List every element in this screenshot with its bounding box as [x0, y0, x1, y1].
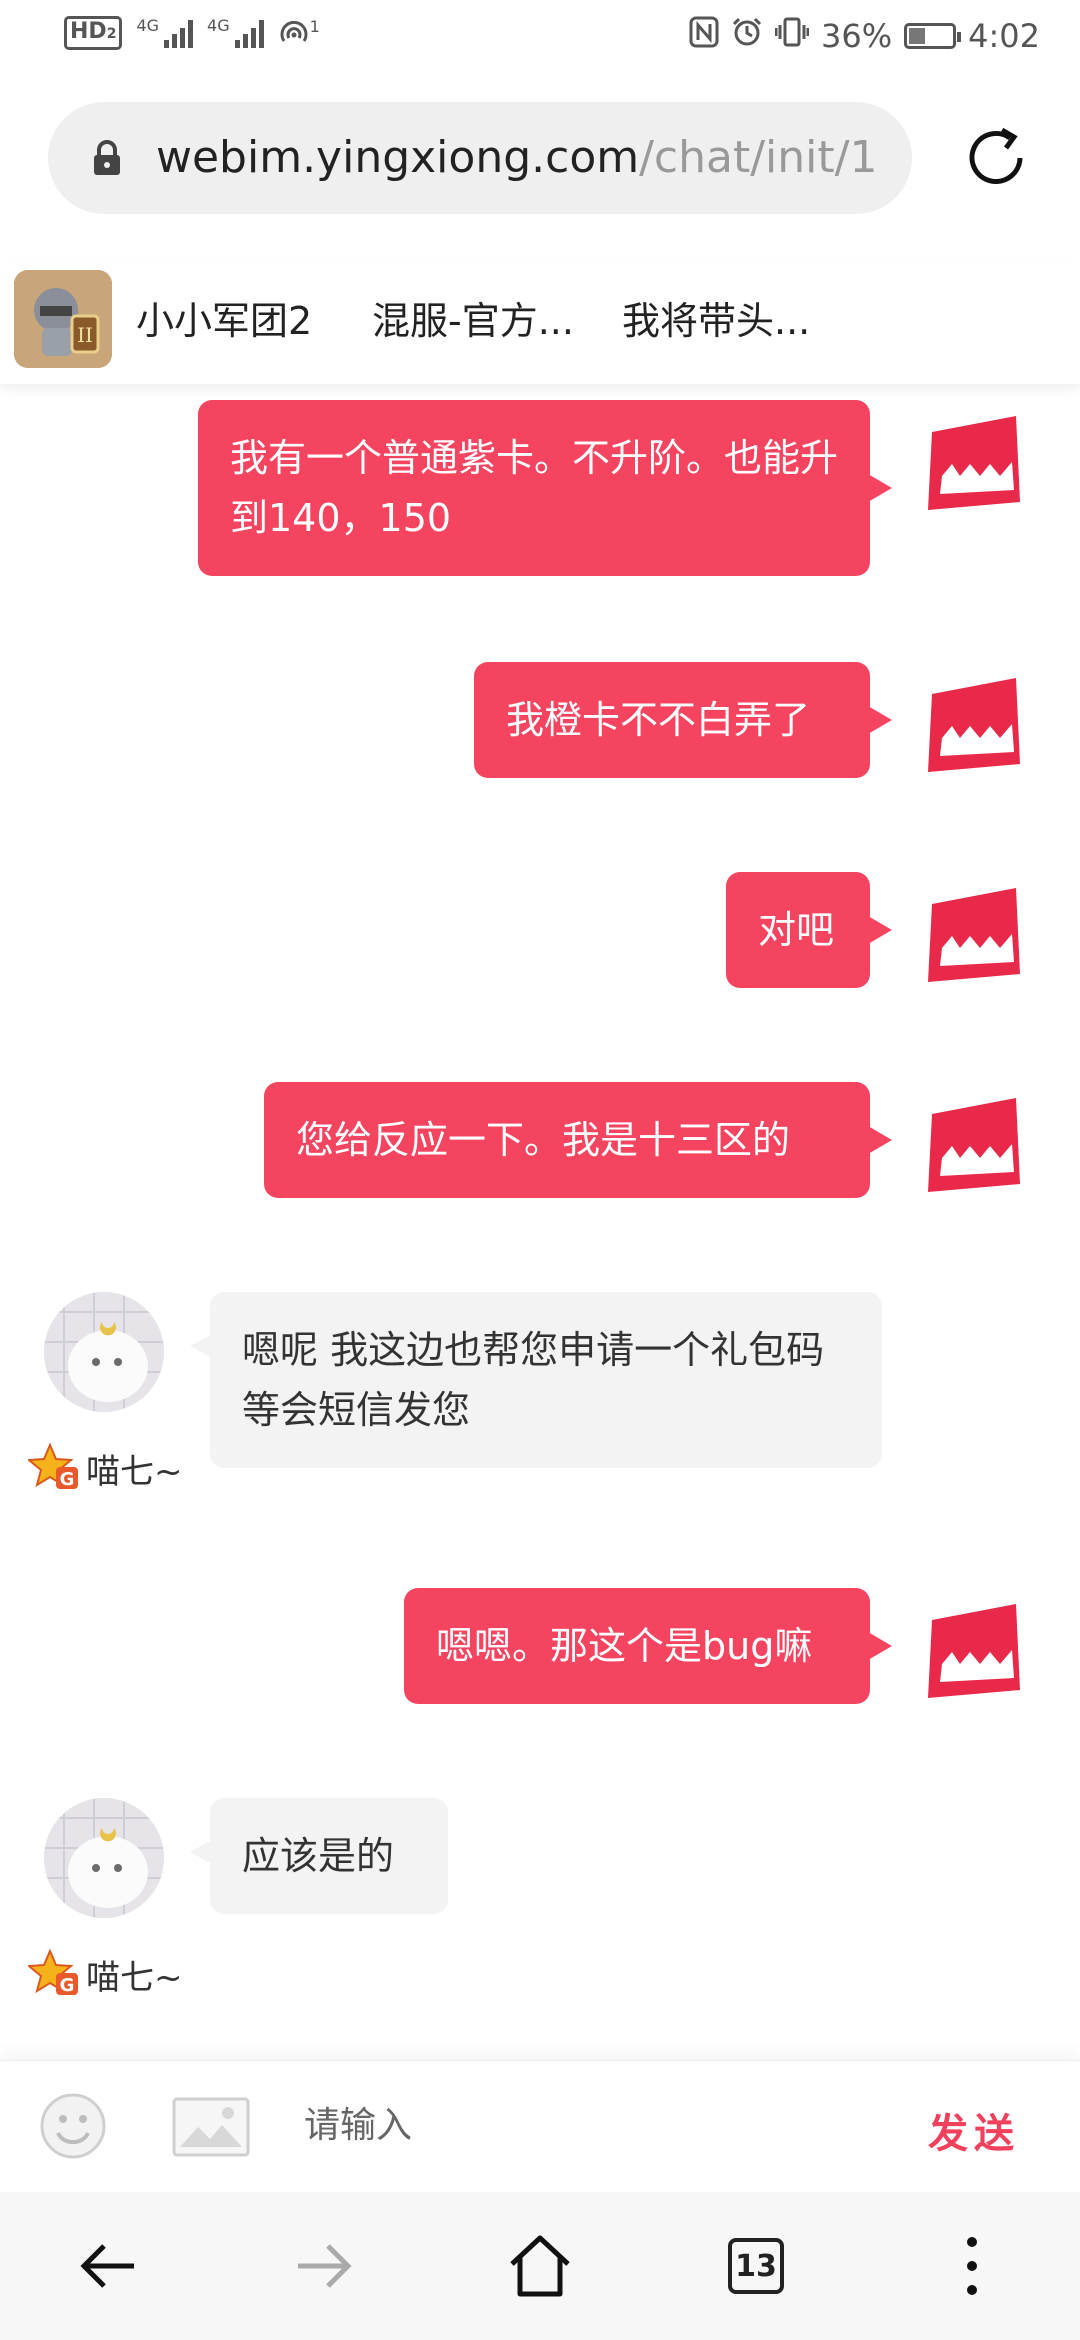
- message-text: 我橙卡不不白弄了: [506, 698, 811, 742]
- message-bubble-incoming: 应该是的: [190, 1798, 448, 1914]
- message-bubble-outgoing: 对吧: [726, 872, 892, 988]
- image-icon[interactable]: [172, 2097, 250, 2161]
- svg-text:G: G: [60, 1975, 75, 1996]
- address-bar[interactable]: webim.yingxiong.com/chat/init/19: [48, 102, 912, 214]
- network-type-label: 4G: [136, 16, 160, 35]
- home-icon[interactable]: [500, 2226, 580, 2306]
- level-badge-icon: G: [28, 1443, 78, 1490]
- agent-avatar: [44, 1798, 164, 1918]
- reload-icon[interactable]: [958, 120, 1034, 200]
- my-avatar: [928, 888, 1020, 982]
- emoji-icon[interactable]: [38, 2091, 108, 2165]
- level-badge-icon: G: [28, 1949, 78, 1996]
- chat-messages[interactable]: 我有一个普通紫卡。不升阶。也能升到140，150 我橙卡不不白弄了 对吧 您给反…: [0, 384, 1080, 2060]
- url-domain: webim.yingxiong.com: [156, 132, 640, 183]
- message-text: 我有一个普通紫卡。不升阶。也能升到140，150: [230, 436, 839, 540]
- my-avatar: [928, 416, 1020, 510]
- message-text: 嗯呢 我这边也帮您申请一个礼包码等会短信发您: [242, 1328, 825, 1432]
- message-bubble-incoming: 嗯呢 我这边也帮您申请一个礼包码等会短信发您: [190, 1292, 882, 1468]
- agent-name-row: G 喵七~: [28, 1948, 183, 2000]
- message-bubble-outgoing: 您给反应一下。我是十三区的: [264, 1082, 892, 1198]
- message-text: 应该是的: [242, 1834, 395, 1878]
- browser-nav-bar: 13: [0, 2192, 1080, 2340]
- network-type-label: 4G: [207, 16, 230, 35]
- agent-avatar: [44, 1292, 164, 1412]
- message-bubble-outgoing: 嗯嗯。那这个是bug嘛: [404, 1588, 892, 1704]
- tab-server[interactable]: 混服-官方...: [372, 290, 574, 345]
- more-menu-icon[interactable]: [932, 2226, 1012, 2306]
- agent-name-row: G 喵七~: [28, 1442, 183, 1494]
- game-header: II 小小军团2 混服-官方... 我将带头...: [0, 260, 1080, 384]
- message-bubble-outgoing: 我有一个普通紫卡。不升阶。也能升到140，150: [198, 400, 892, 576]
- clock: 4:02: [968, 17, 1040, 55]
- message-input[interactable]: [286, 2089, 922, 2161]
- battery-icon: [904, 23, 962, 49]
- hotspot-icon: 1: [278, 17, 320, 49]
- tab-count: 13: [728, 2238, 784, 2294]
- message-text: 对吧: [758, 908, 835, 952]
- message-input-bar: 发送: [0, 2060, 1080, 2193]
- nfc-icon: [689, 16, 719, 56]
- tabs-button[interactable]: 13: [716, 2226, 796, 2306]
- battery-percent: 36%: [821, 17, 893, 55]
- lock-icon: [92, 140, 122, 180]
- svg-text:G: G: [60, 1469, 75, 1490]
- hd-badge: HD2: [64, 16, 123, 50]
- my-avatar: [928, 1604, 1020, 1698]
- svg-text:II: II: [77, 323, 93, 347]
- url-text[interactable]: webim.yingxiong.com/chat/init/19: [156, 126, 880, 190]
- signal-icon: 4G: [207, 18, 264, 48]
- my-avatar: [928, 678, 1020, 772]
- forward-icon[interactable]: [284, 2226, 364, 2306]
- send-button[interactable]: 发送: [928, 2101, 1020, 2159]
- status-bar: HD2 4G 4G 1 36% 4:02: [0, 0, 1080, 72]
- signal-icon: 4G: [136, 16, 194, 48]
- agent-name: 喵七~: [86, 1957, 183, 1998]
- alarm-icon: [731, 16, 763, 56]
- vibrate-icon: [774, 16, 810, 56]
- back-icon[interactable]: [68, 2226, 148, 2306]
- message-text: 嗯嗯。那这个是bug嘛: [436, 1624, 813, 1668]
- my-avatar: [928, 1098, 1020, 1192]
- agent-name: 喵七~: [86, 1451, 183, 1492]
- game-icon[interactable]: II: [14, 270, 112, 368]
- message-bubble-outgoing: 我橙卡不不白弄了: [474, 662, 892, 778]
- url-path: /chat/init/19: [639, 132, 880, 183]
- tab-game-title[interactable]: 小小军团2: [136, 290, 312, 345]
- tab-topic[interactable]: 我将带头...: [622, 290, 810, 345]
- message-text: 您给反应一下。我是十三区的: [296, 1118, 791, 1162]
